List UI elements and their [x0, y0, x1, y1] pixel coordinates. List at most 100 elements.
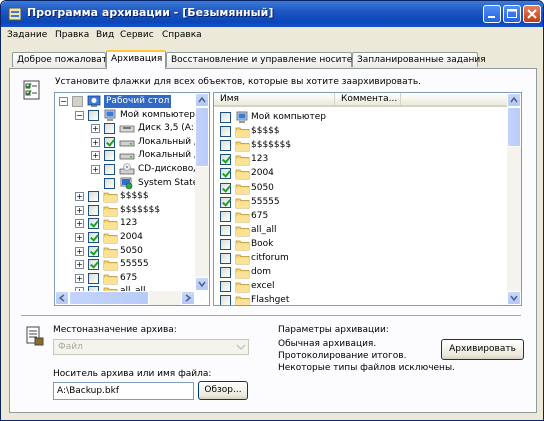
tree-item-checkbox[interactable] [88, 259, 99, 271]
scroll-right-button[interactable] [181, 291, 195, 305]
list-item-checkbox[interactable] [220, 253, 231, 264]
expand-icon[interactable]: + [91, 165, 100, 174]
list-item-checkbox[interactable] [220, 154, 231, 166]
tree-scroll-thumb[interactable] [195, 107, 209, 167]
tree-item[interactable]: + CD-дисковод [55, 163, 199, 176]
tree-item[interactable]: + Локальный д [55, 149, 200, 162]
tab-restore[interactable]: Восстановление и управление носителем [166, 52, 370, 67]
list-item-checkbox[interactable] [220, 210, 231, 222]
tree-item-checkbox[interactable] [88, 245, 99, 257]
collapse-icon[interactable]: − [75, 110, 84, 120]
list-vertical-scrollbar[interactable] [507, 93, 521, 305]
close-button[interactable] [523, 5, 541, 23]
tree-item[interactable]: +55555 [55, 258, 195, 271]
list-item[interactable]: excel [214, 280, 504, 293]
title-bar[interactable]: Программа архивации - [Безымянный] [1, 1, 543, 27]
scroll-up-button[interactable] [195, 93, 209, 107]
tree-item-checkbox[interactable] [88, 218, 99, 230]
expand-icon[interactable]: + [91, 124, 100, 134]
tree-item[interactable]: + $$$$$ [55, 190, 195, 203]
expand-icon[interactable]: + [75, 192, 84, 202]
list-item[interactable]: 2004 [214, 167, 504, 180]
list-item-checkbox[interactable] [220, 182, 231, 194]
menu-help[interactable]: Справка [162, 30, 202, 40]
menu-task[interactable]: Задание [7, 30, 47, 40]
list-item-checkbox[interactable] [220, 295, 231, 305]
list-item-checkbox[interactable] [220, 140, 231, 152]
tree-hscroll-thumb[interactable] [69, 291, 149, 305]
list-item[interactable]: dom [214, 266, 504, 279]
tree-item[interactable]: +5050 [55, 245, 195, 258]
list-item-checkbox[interactable] [220, 281, 231, 293]
tree-vertical-scrollbar[interactable] [195, 93, 209, 291]
tree-item-checkbox[interactable] [88, 191, 99, 203]
tree-item-checkbox[interactable] [88, 272, 99, 284]
scroll-down-button[interactable] [195, 277, 209, 291]
tree-item-checkbox[interactable] [88, 109, 99, 121]
minimize-button[interactable] [483, 5, 501, 23]
tree-item[interactable]: + $$$$$$$ [55, 204, 195, 217]
list-item[interactable]: Мой компьютер [214, 111, 504, 124]
list-item[interactable]: citforum [214, 252, 504, 265]
list-item[interactable]: 123 [214, 153, 504, 166]
tab-schedule[interactable]: Запланированные задания [352, 52, 486, 67]
file-list[interactable]: Имя Коммента... Мой компьютер $$$$$ $$$$$$… [213, 92, 522, 306]
folder-tree[interactable]: − Рабочий стол − Мой компьютер + Диск 3,5 (A:… [54, 92, 210, 306]
collapse-icon[interactable]: − [59, 97, 68, 106]
list-item[interactable]: 5050 [214, 182, 504, 195]
column-header-name[interactable]: Имя [214, 93, 334, 107]
tree-item-checkbox[interactable] [104, 150, 115, 162]
expand-icon[interactable]: + [75, 233, 84, 242]
list-scroll-down-button[interactable] [507, 291, 521, 305]
media-filename-input[interactable]: A:\Backup.bkf [53, 382, 194, 400]
tree-item[interactable]: + Диск 3,5 (A:) [55, 122, 197, 135]
tree-item[interactable]: System State [55, 177, 198, 190]
tree-item-checkbox[interactable] [72, 96, 83, 107]
tree-item-checkbox[interactable] [88, 232, 99, 243]
tree-item[interactable]: +675 [55, 272, 195, 285]
expand-icon[interactable]: + [75, 205, 84, 215]
list-item[interactable]: Book [214, 238, 504, 251]
tree-item-checkbox[interactable] [104, 136, 115, 148]
tree-item-checkbox[interactable] [104, 123, 115, 135]
list-item[interactable]: $$$$$ [214, 125, 504, 138]
menu-tools[interactable]: Сервис [120, 30, 154, 40]
tree-item[interactable]: − Рабочий стол [55, 95, 195, 108]
tree-item-checkbox[interactable] [104, 164, 115, 175]
tab-welcome[interactable]: Доброе пожаловать! [12, 52, 116, 67]
column-header-comment[interactable]: Коммента... [334, 93, 400, 107]
list-item-checkbox[interactable] [220, 112, 231, 123]
scroll-left-button[interactable] [55, 291, 69, 305]
expand-icon[interactable]: + [91, 137, 100, 147]
browse-button[interactable]: Обзор... [198, 381, 248, 400]
list-item[interactable]: Flashget [214, 294, 504, 305]
menu-edit[interactable]: Правка [55, 30, 89, 40]
tree-horizontal-scrollbar[interactable] [55, 291, 195, 305]
expand-icon[interactable]: + [75, 273, 84, 283]
expand-icon[interactable]: + [75, 246, 84, 256]
expand-icon[interactable]: + [75, 260, 84, 270]
tree-item-checkbox[interactable] [104, 177, 115, 189]
list-item-checkbox[interactable] [220, 238, 231, 250]
start-backup-button[interactable]: Архивировать [441, 339, 524, 360]
list-item[interactable]: 675 [214, 210, 504, 223]
tree-item[interactable]: + Локальный д [55, 136, 200, 149]
tab-backup[interactable]: Архивация [106, 50, 166, 69]
tree-item[interactable]: − Мой компьютер [55, 109, 195, 122]
list-scroll-up-button[interactable] [507, 93, 521, 107]
list-item-checkbox[interactable] [220, 224, 231, 236]
list-item-checkbox[interactable] [220, 126, 231, 138]
list-item[interactable]: 55555 [214, 196, 504, 209]
tree-item[interactable]: +2004 [55, 231, 195, 244]
expand-icon[interactable]: + [75, 219, 84, 229]
tree-item[interactable]: +123 [55, 217, 195, 230]
list-item[interactable]: all_all [214, 224, 504, 237]
tree-item-checkbox[interactable] [88, 204, 99, 216]
list-item[interactable]: $$$$$$$ [214, 139, 504, 152]
list-item-checkbox[interactable] [220, 196, 231, 208]
expand-icon[interactable]: + [91, 151, 100, 161]
menu-view[interactable]: Вид [96, 30, 114, 40]
list-item-checkbox[interactable] [220, 168, 231, 180]
list-scroll-thumb[interactable] [507, 107, 521, 147]
destination-select[interactable]: Файл [53, 339, 249, 355]
